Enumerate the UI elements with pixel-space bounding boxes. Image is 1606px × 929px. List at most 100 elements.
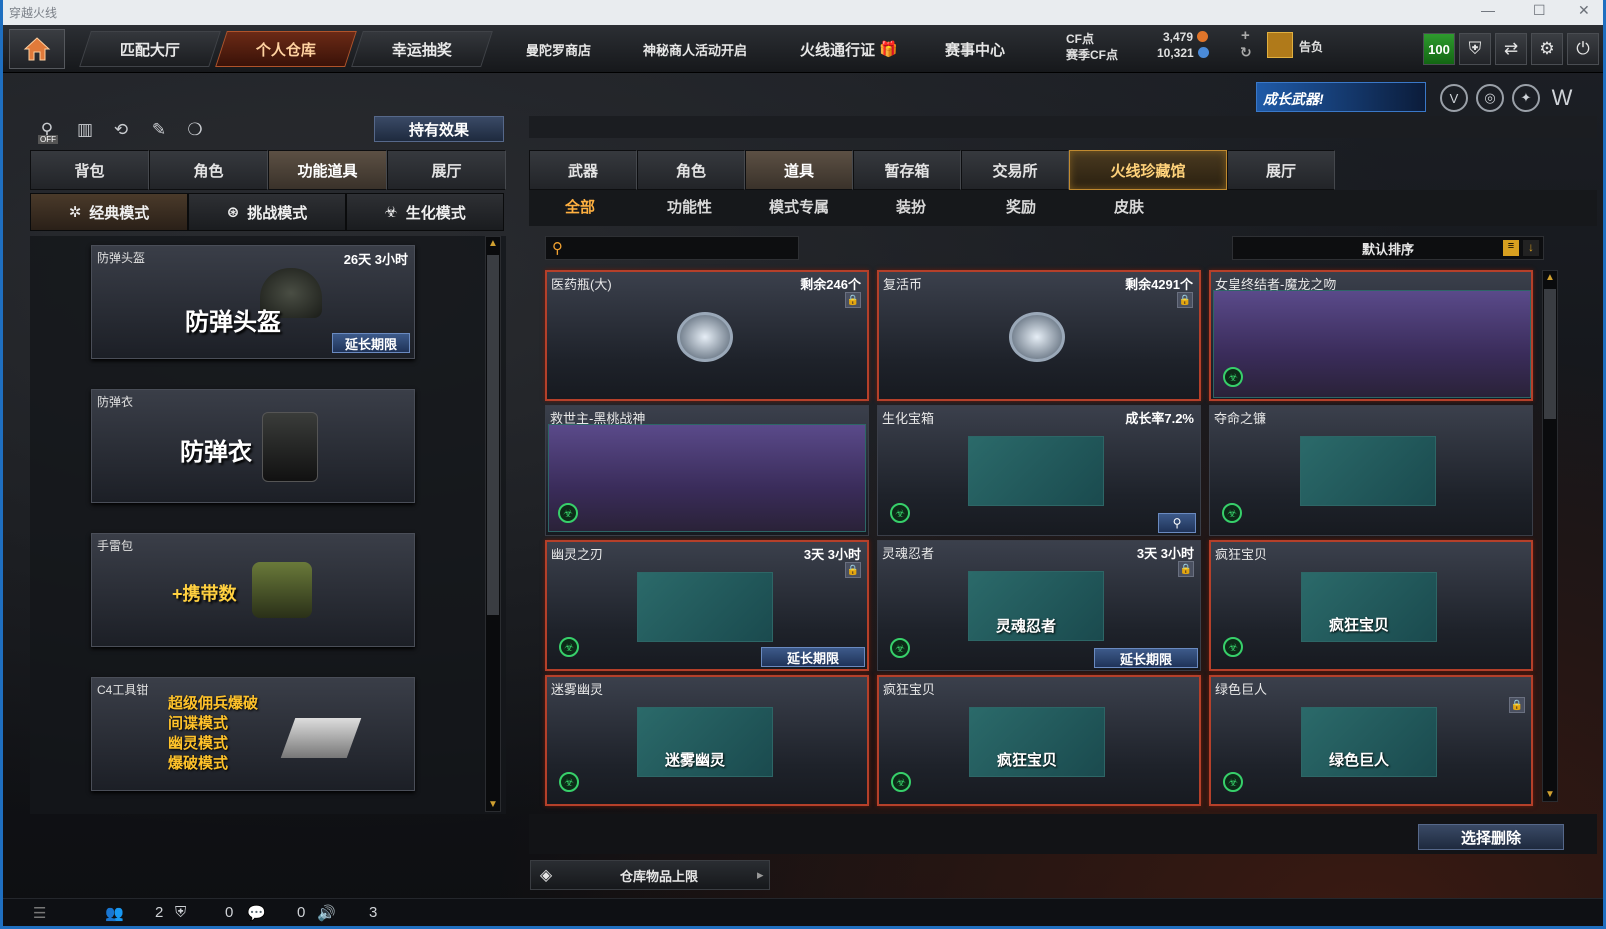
- star-badge-icon[interactable]: ✦: [1512, 84, 1540, 112]
- menu-list-icon[interactable]: ☰: [33, 904, 46, 922]
- level-badge[interactable]: 100: [1423, 33, 1455, 65]
- sort-dropdown[interactable]: 默认排序 ≡ ↓: [1232, 236, 1544, 260]
- tab-props[interactable]: 道具: [745, 150, 853, 190]
- settings-icon[interactable]: ⚙: [1531, 33, 1563, 65]
- refresh-icon[interactable]: ↻: [1240, 44, 1252, 61]
- tab-storage-box[interactable]: 暂存箱: [853, 150, 961, 190]
- volume-icon[interactable]: 🔊: [317, 904, 336, 922]
- tab-character[interactable]: 角色: [149, 150, 268, 190]
- tab-backpack[interactable]: 背包: [30, 150, 149, 190]
- item-card[interactable]: 迷雾幽灵 迷雾幽灵 ☣: [545, 675, 869, 806]
- item-card[interactable]: 疯狂宝贝 疯狂宝贝 ☣: [1209, 540, 1533, 671]
- item-card[interactable]: 女皇终结者-魔龙之吻 ☣: [1209, 270, 1533, 401]
- subtab-mode-exclusive[interactable]: 模式专属: [769, 196, 829, 217]
- subtab-costume[interactable]: 装扮: [896, 196, 926, 217]
- item-card[interactable]: 生化宝箱 成长率7.2% ☣ ⚲: [877, 405, 1201, 536]
- lock-icon[interactable]: 🔒: [1177, 292, 1193, 308]
- item-card[interactable]: 复活币 剩余4291个 🔒: [877, 270, 1201, 401]
- tool-icon[interactable]: ✎: [146, 117, 172, 143]
- item-card[interactable]: 医药瓶(大) 剩余246个 🔒: [545, 270, 869, 401]
- mode-classic[interactable]: ✲ 经典模式: [30, 193, 188, 231]
- subtab-reward[interactable]: 奖励: [1006, 196, 1036, 217]
- nav-event-center[interactable]: 赛事中心: [945, 31, 1005, 67]
- tab-collection-hall[interactable]: 火线珍藏馆: [1069, 150, 1227, 190]
- lock-icon[interactable]: 🔒: [1178, 561, 1194, 577]
- home-button[interactable]: [9, 29, 65, 69]
- subtab-functional[interactable]: 功能性: [667, 196, 712, 217]
- warehouse-capacity-bar[interactable]: ◈ 仓库物品上限 ▸: [530, 860, 770, 890]
- add-cf-icon[interactable]: +: [1241, 27, 1250, 44]
- power-icon[interactable]: ⏻: [1567, 33, 1599, 65]
- holding-effect-button[interactable]: 持有效果: [374, 116, 504, 142]
- tab-showroom[interactable]: 展厅: [387, 150, 506, 190]
- friends-count: 2: [155, 904, 164, 921]
- item-card[interactable]: 绿色巨人 绿色巨人 🔒 ☣: [1209, 675, 1533, 806]
- list-view-icon[interactable]: ≡: [1503, 240, 1519, 256]
- mode-biochem[interactable]: ☣ 生化模式: [346, 193, 504, 231]
- sort-direction-icon[interactable]: ↓: [1523, 240, 1539, 256]
- tab-exchange[interactable]: 交易所: [961, 150, 1069, 190]
- item-card[interactable]: 幽灵之刃 3天 3小时 🔒 ☣ 延长期限: [545, 540, 869, 671]
- growth-weapon-banner[interactable]: 成长武器!: [1256, 82, 1426, 112]
- search-input[interactable]: ⚲: [545, 236, 799, 260]
- extend-label: 延长期限: [344, 336, 397, 352]
- friends-icon[interactable]: 👥: [105, 904, 124, 922]
- extend-button[interactable]: 延长期限: [1094, 648, 1198, 668]
- scroll-up-icon[interactable]: ▲: [1545, 272, 1555, 283]
- nav-battle-pass[interactable]: 火线通行证 🎁: [800, 31, 898, 67]
- left-item-vest[interactable]: 防弹衣 防弹衣: [91, 389, 415, 503]
- nav-personal-warehouse[interactable]: 个人仓库: [215, 31, 357, 67]
- tab-right-showroom[interactable]: 展厅: [1227, 150, 1335, 190]
- shield-icon[interactable]: ⛨: [1459, 33, 1491, 65]
- nav-mystery-merchant[interactable]: 神秘商人活动开启: [643, 31, 747, 67]
- expand-arrow-icon[interactable]: ▸: [757, 867, 769, 883]
- mode-challenge[interactable]: ⊛ 挑战模式: [188, 193, 346, 231]
- badge-v-icon[interactable]: V: [1440, 84, 1468, 112]
- extend-button[interactable]: 延长期限: [332, 333, 410, 353]
- stats-icon[interactable]: ▥: [72, 117, 98, 143]
- left-item-helmet[interactable]: 防弹头盔 26天 3小时 防弹头盔 延长期限: [91, 245, 415, 359]
- tab-function-items[interactable]: 功能道具: [268, 150, 387, 190]
- right-scrollbar[interactable]: ▲ ▼: [1542, 270, 1558, 802]
- nav-mandala-shop[interactable]: 曼陀罗商店: [526, 31, 591, 67]
- globe-icon[interactable]: ◎: [1476, 84, 1504, 112]
- scroll-down-icon[interactable]: ▼: [488, 799, 498, 810]
- item-card[interactable]: 救世主-黑桃战神 ☣: [545, 405, 869, 536]
- bag-icon[interactable]: ❍: [182, 117, 208, 143]
- history-icon[interactable]: ⟲: [108, 117, 134, 143]
- maximize-icon[interactable]: ☐: [1533, 2, 1546, 19]
- lock-icon[interactable]: 🔒: [845, 562, 861, 578]
- chat-count: 0: [297, 904, 306, 921]
- extend-button[interactable]: 延长期限: [761, 647, 865, 667]
- nav-match-hall[interactable]: 匹配大厅: [79, 31, 221, 67]
- scroll-down-icon[interactable]: ▼: [1545, 789, 1555, 800]
- lock-icon[interactable]: 🔒: [1509, 697, 1525, 713]
- item-name: 防弹衣: [97, 395, 134, 409]
- item-name: 手雷包: [97, 539, 134, 553]
- chat-icon[interactable]: 💬: [247, 904, 266, 922]
- item-card[interactable]: 疯狂宝贝 疯狂宝贝 ☣: [877, 675, 1201, 806]
- left-scrollbar[interactable]: ▲ ▼: [485, 236, 501, 812]
- scroll-up-icon[interactable]: ▲: [488, 238, 498, 249]
- subtab-all[interactable]: 全部: [565, 196, 595, 217]
- clan-shield-icon[interactable]: ⛨: [175, 904, 186, 921]
- subtab-skin[interactable]: 皮肤: [1114, 196, 1144, 217]
- nav-lucky-draw[interactable]: 幸运抽奖: [351, 31, 493, 67]
- vip-icon[interactable]: W: [1548, 84, 1576, 112]
- left-scroll-thumb[interactable]: [487, 255, 499, 615]
- toggle-effect-icon[interactable]: ⚲ OFF: [34, 117, 60, 144]
- lock-icon[interactable]: 🔒: [845, 292, 861, 308]
- item-card[interactable]: 夺命之镰 ☣: [1209, 405, 1533, 536]
- close-icon[interactable]: ✕: [1578, 2, 1590, 19]
- tab-roles[interactable]: 角色: [637, 150, 745, 190]
- select-delete-button[interactable]: 选择删除: [1418, 824, 1564, 850]
- left-item-c4-pliers[interactable]: C4工具钳 超级佣兵爆破 间谍模式 幽灵模式 爆破模式: [91, 677, 415, 791]
- right-scroll-thumb[interactable]: [1544, 289, 1556, 419]
- tab-weapons[interactable]: 武器: [529, 150, 637, 190]
- preview-search-icon[interactable]: ⚲: [1158, 513, 1196, 533]
- item-card[interactable]: 灵魂忍者 3天 3小时 灵魂忍者 🔒 ☣ 延长期限: [877, 540, 1201, 671]
- switch-icon[interactable]: ⇄: [1495, 33, 1527, 65]
- minimize-icon[interactable]: —: [1481, 2, 1495, 18]
- window-titlebar: 穿越火线 — ☐ ✕: [0, 0, 1606, 25]
- left-item-grenade-bag[interactable]: 手雷包 +携带数: [91, 533, 415, 647]
